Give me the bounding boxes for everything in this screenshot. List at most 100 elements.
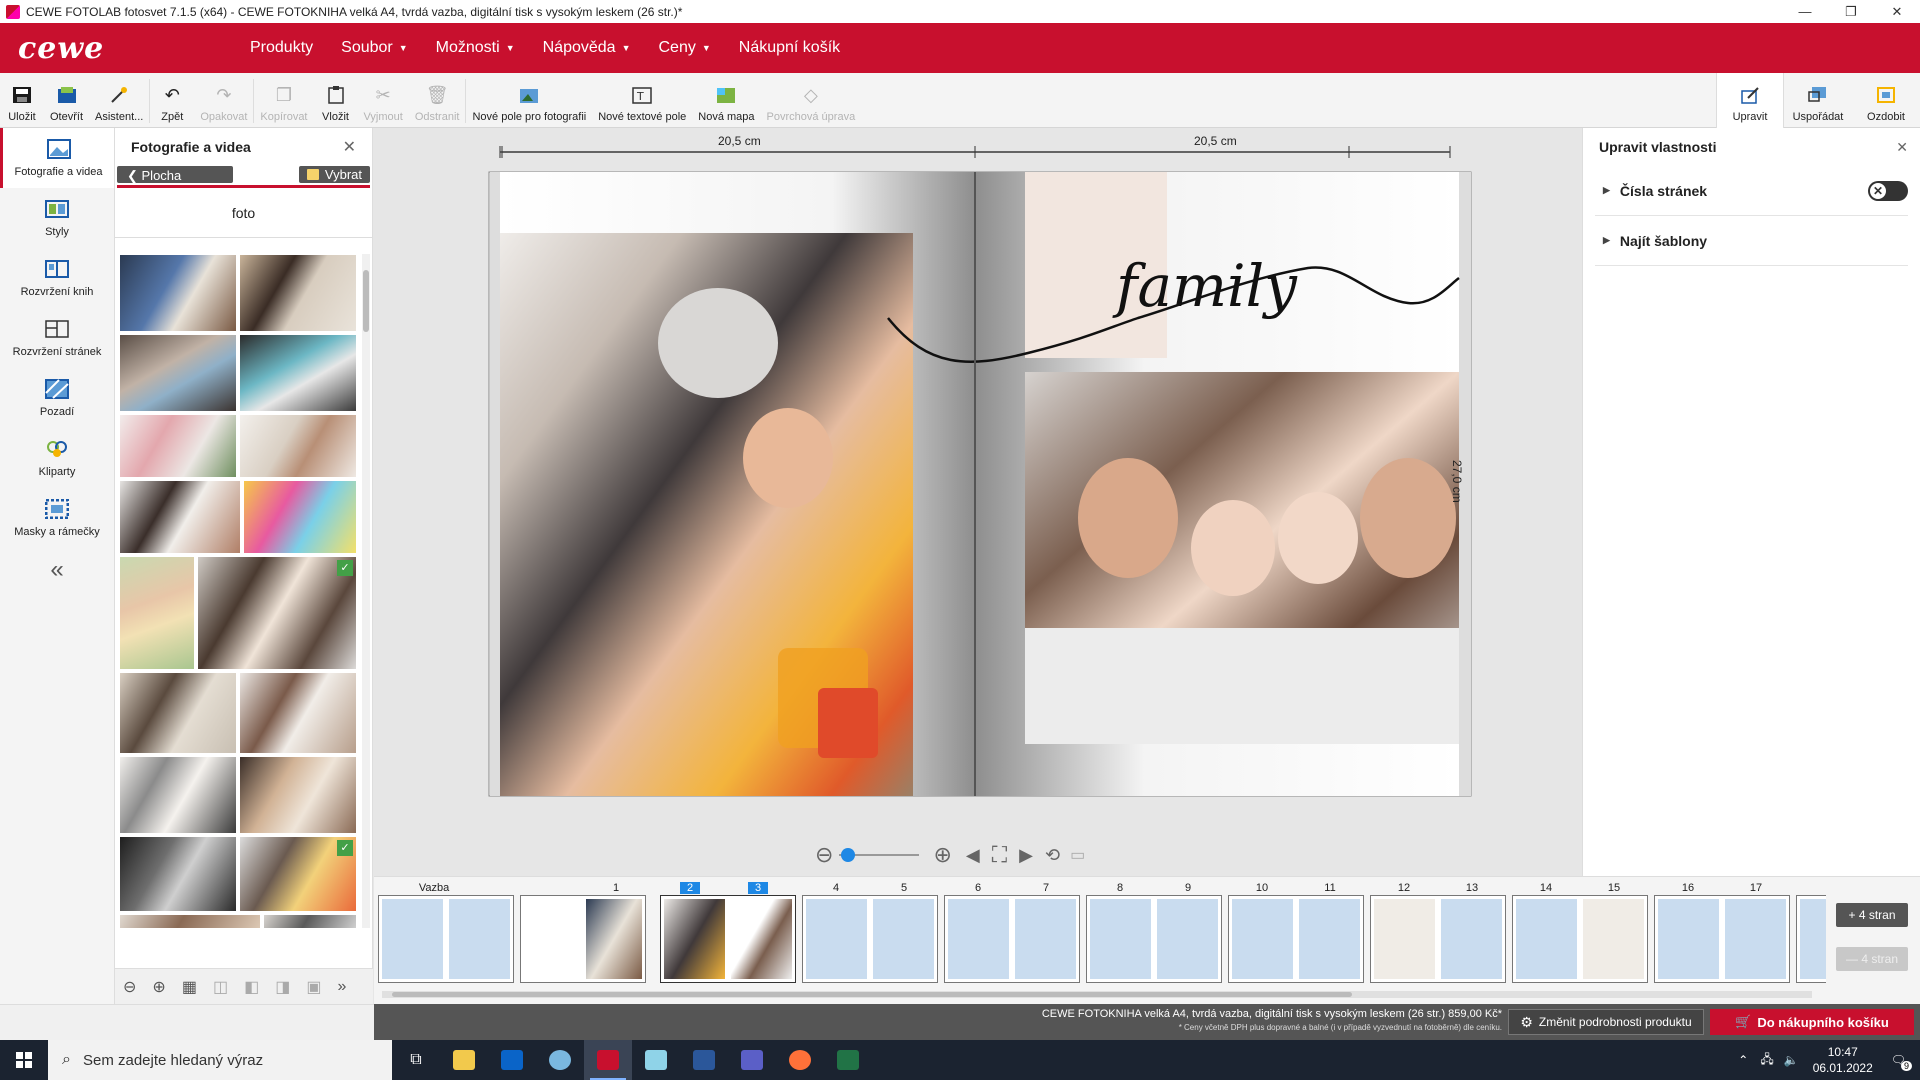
back-button[interactable]: ❮ Plocha bbox=[117, 166, 233, 183]
page-thumbnail-pair[interactable] bbox=[1228, 895, 1364, 983]
previous-page-icon[interactable]: ◀ bbox=[966, 845, 980, 866]
photo-thumbnail[interactable] bbox=[119, 414, 237, 478]
photo-thumbnail[interactable] bbox=[119, 556, 195, 670]
scrollbar-thumb[interactable] bbox=[392, 992, 1352, 997]
ruler-icon[interactable]: ▭ bbox=[1070, 845, 1085, 865]
photo-thumbnail[interactable] bbox=[263, 914, 357, 928]
photo-thumbnail[interactable] bbox=[239, 414, 357, 478]
find-templates-row[interactable]: ▶ Najít šablony bbox=[1595, 216, 1908, 266]
sidebar-item-book-layout[interactable]: Rozvržení knih bbox=[0, 248, 114, 308]
sidebar-item-clipart[interactable]: Kliparty bbox=[0, 428, 114, 488]
photo-thumbnail[interactable] bbox=[119, 480, 241, 554]
notes-app-icon[interactable] bbox=[632, 1040, 680, 1080]
surface-finish-button[interactable]: ◇ Povrchová úprava bbox=[761, 73, 862, 128]
new-photo-field-button[interactable]: Nové pole pro fotografii bbox=[466, 73, 592, 128]
sidebar-item-page-layout[interactable]: Rozvržení stránek bbox=[0, 308, 114, 368]
more-icon[interactable]: » bbox=[337, 978, 346, 996]
close-panel-icon[interactable]: ✕ bbox=[1896, 139, 1908, 156]
outlook-icon[interactable] bbox=[488, 1040, 536, 1080]
page-numbers-toggle[interactable]: ✕ bbox=[1868, 180, 1908, 201]
photo-thumbnail[interactable] bbox=[119, 254, 237, 332]
page-thumbnail-pair[interactable] bbox=[1512, 895, 1648, 983]
windows-start-icon[interactable] bbox=[0, 1040, 48, 1080]
arrange-tab[interactable]: Uspořádat bbox=[1784, 73, 1852, 128]
page-numbers-row[interactable]: ▶ Čísla stránek ✕ bbox=[1595, 166, 1908, 216]
zoom-out-icon[interactable]: ⊖ bbox=[815, 842, 833, 868]
collapse-sidebar-button[interactable]: « bbox=[0, 556, 114, 584]
sidebar-item-styles[interactable]: Styly bbox=[0, 188, 114, 248]
page-thumbnail-pair-selected[interactable] bbox=[660, 895, 796, 983]
rotate-icon[interactable]: ⟲ bbox=[1045, 845, 1060, 866]
select-folder-button[interactable]: Vybrat bbox=[298, 166, 370, 183]
notifications-icon[interactable]: 🗨 9 bbox=[1891, 1053, 1912, 1071]
decorate-tab[interactable]: Ozdobit bbox=[1852, 73, 1920, 128]
zoom-in-icon[interactable]: ⊕ bbox=[933, 842, 951, 868]
scrollbar-thumb[interactable] bbox=[363, 270, 369, 332]
network-icon[interactable]: 🖧 bbox=[1760, 1050, 1773, 1071]
minimize-button[interactable]: — bbox=[1782, 0, 1828, 23]
page-thumbnail-pair[interactable] bbox=[944, 895, 1080, 983]
new-text-field-button[interactable]: T Nové textové pole bbox=[592, 73, 692, 128]
photo-thumbnail[interactable]: ✓ bbox=[239, 836, 357, 912]
photo-thumbnail[interactable] bbox=[119, 914, 261, 928]
excel-icon[interactable] bbox=[824, 1040, 872, 1080]
volume-icon[interactable]: 🔈 bbox=[1784, 1053, 1799, 1067]
cover-thumbnail[interactable] bbox=[378, 895, 514, 983]
file-explorer-icon[interactable] bbox=[440, 1040, 488, 1080]
taskbar-clock[interactable]: 10:47 06.01.2022 bbox=[1813, 1044, 1873, 1076]
layout-d-icon[interactable]: ▣ bbox=[306, 977, 321, 997]
change-product-details-button[interactable]: ⚙ Změnit podrobnosti produktu bbox=[1508, 1009, 1704, 1035]
menu-file[interactable]: Soubor ▼ bbox=[341, 39, 408, 57]
family-text[interactable]: family bbox=[1112, 252, 1298, 320]
thumbnails-scrollbar[interactable] bbox=[362, 254, 370, 928]
open-button[interactable]: Otevřít bbox=[44, 73, 89, 128]
cut-button[interactable]: ✂ Vyjmout bbox=[358, 73, 409, 128]
layout-a-icon[interactable]: ◫ bbox=[213, 977, 228, 997]
firefox-icon[interactable] bbox=[776, 1040, 824, 1080]
add-pages-button[interactable]: + 4 stran bbox=[1836, 903, 1908, 927]
close-panel-icon[interactable]: ✕ bbox=[343, 137, 356, 157]
restore-button[interactable]: ❐ bbox=[1828, 0, 1874, 23]
undo-button[interactable]: ↶ Zpět bbox=[150, 73, 194, 128]
menu-cart[interactable]: Nákupní košík bbox=[739, 39, 840, 57]
teams-icon[interactable] bbox=[728, 1040, 776, 1080]
next-page-icon[interactable]: ▶ bbox=[1019, 845, 1033, 866]
zoom-slider[interactable] bbox=[839, 848, 920, 862]
photo-thumbnail[interactable]: ✓ bbox=[197, 556, 357, 670]
page-thumbnail-pair[interactable] bbox=[802, 895, 938, 983]
sidebar-item-photos[interactable]: Fotografie a videa bbox=[0, 128, 114, 188]
photos-app-icon[interactable] bbox=[536, 1040, 584, 1080]
copy-button[interactable]: ❐ Kopírovat bbox=[254, 73, 313, 128]
task-view-icon[interactable]: ⧉ bbox=[392, 1040, 440, 1080]
sidebar-item-background[interactable]: Pozadí bbox=[0, 368, 114, 428]
cewe-app-icon[interactable] bbox=[584, 1040, 632, 1080]
menu-products[interactable]: Produkty bbox=[250, 39, 313, 57]
photo-thumbnail[interactable] bbox=[243, 480, 357, 554]
photo-thumbnail[interactable] bbox=[119, 836, 237, 912]
close-button[interactable]: ✕ bbox=[1874, 0, 1920, 23]
menu-prices[interactable]: Ceny ▼ bbox=[658, 39, 710, 57]
filmstrip-page-18[interactable]: 18 bbox=[1796, 895, 1826, 983]
fit-screen-icon[interactable]: ⛶ bbox=[992, 842, 1007, 868]
new-map-button[interactable]: Nová mapa bbox=[692, 73, 760, 128]
layout-b-icon[interactable]: ◧ bbox=[244, 977, 259, 997]
delete-button[interactable]: 🗑 Odstranit bbox=[409, 73, 466, 128]
photo-thumbnail[interactable] bbox=[119, 672, 237, 754]
taskbar-search-input[interactable]: ⌕ Sem zadejte hledaný výraz bbox=[48, 1040, 392, 1080]
photo-thumbnail[interactable] bbox=[239, 672, 357, 754]
page-thumbnail-pair[interactable] bbox=[520, 895, 646, 983]
photo-thumbnail[interactable] bbox=[239, 334, 357, 412]
photo-thumbnail[interactable] bbox=[239, 756, 357, 834]
menu-help[interactable]: Nápověda ▼ bbox=[543, 39, 631, 57]
assistant-button[interactable]: Asistent... bbox=[89, 73, 149, 128]
zoom-out-icon[interactable]: ⊖ bbox=[123, 977, 136, 997]
page-thumbnail-pair[interactable] bbox=[1654, 895, 1790, 983]
redo-button[interactable]: ↷ Opakovat bbox=[194, 73, 253, 128]
menu-options[interactable]: Možnosti ▼ bbox=[436, 39, 515, 57]
page-thumbnail-pair[interactable] bbox=[1086, 895, 1222, 983]
sidebar-item-masks[interactable]: Masky a rámečky bbox=[0, 488, 114, 548]
grid-view-icon[interactable]: ▦ bbox=[182, 977, 197, 997]
zoom-slider-knob[interactable] bbox=[841, 848, 856, 862]
chevron-up-icon[interactable]: ⌃ bbox=[1738, 1053, 1748, 1067]
paste-button[interactable]: Vložit bbox=[314, 73, 358, 128]
